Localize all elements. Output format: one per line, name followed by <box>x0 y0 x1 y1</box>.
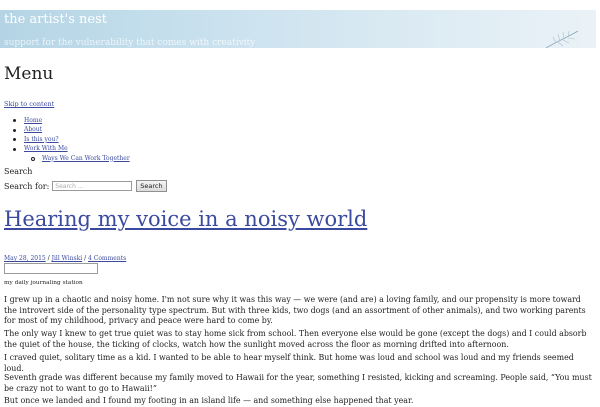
nav-subitem-ways: Ways We Can Work Together <box>4 154 130 163</box>
nav-item-about: About <box>4 125 130 134</box>
post-meta: May 28, 2015 / Jill Winski / 4 Comments <box>4 255 126 262</box>
post-title[interactable]: Hearing my voice in a noisy world <box>4 207 367 231</box>
nav-link-ways-we-can-work-together[interactable]: Ways We Can Work Together <box>42 155 130 162</box>
search-form: Search for: Search <box>4 180 167 192</box>
feather-decoration-icon <box>545 30 579 48</box>
menu-toggle[interactable]: Menu <box>4 64 53 84</box>
post-paragraph: I craved quiet, solitary time as a kid. … <box>4 353 574 373</box>
search-button[interactable]: Search <box>136 180 167 192</box>
post-comments-link[interactable]: 4 Comments <box>88 255 126 262</box>
post-paragraph: I grew up in a chaotic and noisy home. I… <box>4 295 586 325</box>
post-paragraph: But once we landed and I found my footin… <box>4 396 414 405</box>
main-navigation: Home About Is this you? Work With Me Way… <box>4 116 130 163</box>
nav-item-home: Home <box>4 116 130 125</box>
nav-item-is-this-you: Is this you? <box>4 135 130 144</box>
post-author-link[interactable]: Jill Winski <box>52 255 83 262</box>
site-tagline: support for the vulnerability that comes… <box>4 38 256 48</box>
nav-link-home[interactable]: Home <box>24 117 42 124</box>
skip-to-content-link[interactable]: Skip to content <box>4 100 54 108</box>
post-paragraph: The only way I knew to get true quiet wa… <box>4 329 587 349</box>
search-label: Search for: <box>4 181 50 191</box>
post-paragraph: Seventh grade was different because my f… <box>4 373 592 393</box>
post-date-link[interactable]: May 28, 2015 <box>4 255 46 262</box>
nav-link-is-this-you[interactable]: Is this you? <box>24 136 59 143</box>
site-title[interactable]: the artist's nest <box>4 12 107 27</box>
image-caption: my daily journaling station <box>4 280 83 286</box>
search-input[interactable] <box>52 181 133 191</box>
nav-item-work-with-me: Work With Me <box>4 144 130 153</box>
nav-link-work-with-me[interactable]: Work With Me <box>24 145 68 152</box>
search-heading: Search <box>4 167 33 176</box>
site-header: the artist's nest support for the vulner… <box>0 10 596 48</box>
post-image-placeholder <box>4 263 98 274</box>
nav-link-about[interactable]: About <box>24 126 42 133</box>
